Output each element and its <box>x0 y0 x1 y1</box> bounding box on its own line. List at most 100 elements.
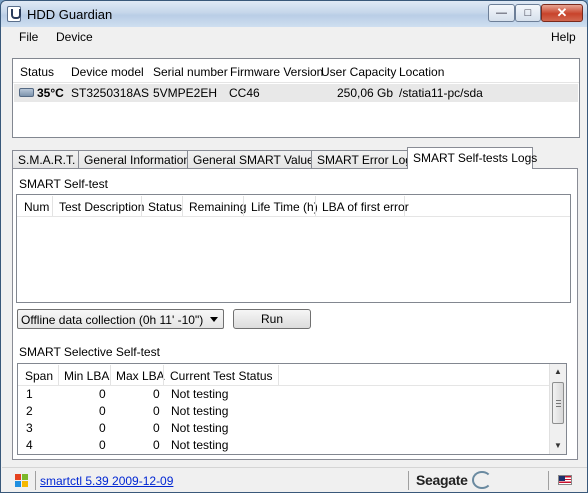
test-type-value: Offline data collection (0h 11' -10") <box>21 313 204 327</box>
close-button[interactable]: ✕ <box>541 4 583 22</box>
column-firmware-version[interactable]: Firmware Version <box>230 65 323 79</box>
row-max-lba: 0 <box>153 421 160 435</box>
scroll-up-icon[interactable]: ▲ <box>550 364 566 380</box>
row-min-lba: 0 <box>99 404 106 418</box>
column-user-capacity[interactable]: User Capacity <box>321 65 396 79</box>
column-max-lba[interactable]: Max LBA <box>116 369 165 383</box>
device-serial: 5VMPE2EH <box>153 86 218 100</box>
maximize-button[interactable]: □ <box>515 4 541 22</box>
row-max-lba: 0 <box>153 438 160 452</box>
minimize-button[interactable]: — <box>488 4 515 22</box>
hard-drive-icon <box>19 88 34 97</box>
table-row[interactable]: 2 0 0 Not testing <box>19 403 551 420</box>
title-bar[interactable]: HDD Guardian — □ ✕ <box>1 1 587 27</box>
maximize-icon: □ <box>524 7 532 19</box>
row-span: 1 <box>26 387 33 401</box>
column-test-description[interactable]: Test Description <box>59 200 144 214</box>
device-temperature: 35°C <box>37 86 64 100</box>
device-list: Status Device model Serial number Firmwa… <box>12 58 580 138</box>
logo-quadrant <box>15 481 21 487</box>
column-status[interactable]: Status <box>148 200 182 214</box>
column-divider[interactable] <box>141 196 142 216</box>
column-location[interactable]: Location <box>399 65 444 79</box>
device-firmware: CC46 <box>229 86 260 100</box>
menu-help[interactable]: Help <box>551 30 576 44</box>
column-min-lba[interactable]: Min LBA <box>64 369 109 383</box>
row-min-lba: 0 <box>99 387 106 401</box>
grip-line <box>556 403 561 404</box>
column-num[interactable]: Num <box>24 200 49 214</box>
column-serial-number[interactable]: Serial number <box>153 65 228 79</box>
column-divider[interactable] <box>163 365 164 385</box>
tab-strip: S.M.A.R.T. General Informations General … <box>12 147 582 169</box>
menu-device[interactable]: Device <box>56 30 93 44</box>
row-span: 2 <box>26 404 33 418</box>
row-min-lba: 0 <box>99 421 106 435</box>
column-status[interactable]: Status <box>20 65 54 79</box>
row-status: Not testing <box>171 404 229 418</box>
column-divider[interactable] <box>52 196 53 216</box>
scroll-down-icon[interactable]: ▼ <box>550 438 566 454</box>
column-divider[interactable] <box>278 365 279 385</box>
column-divider[interactable] <box>110 365 111 385</box>
row-status: Not testing <box>171 438 229 452</box>
selective-list-scrollbar[interactable]: ▲ ▼ <box>549 364 566 454</box>
smartctl-version-link[interactable]: smartctl 5.39 2009-12-09 <box>40 474 173 488</box>
column-divider[interactable] <box>315 196 316 216</box>
windows-logo-icon <box>15 474 29 487</box>
scrollbar-thumb[interactable] <box>552 382 564 424</box>
window-title: HDD Guardian <box>27 7 113 22</box>
app-window: HDD Guardian — □ ✕ File Device Help Stat… <box>0 0 588 493</box>
column-lba-first-error[interactable]: LBA of first error <box>322 200 409 214</box>
tab-smart[interactable]: S.M.A.R.T. <box>12 150 79 169</box>
minimize-icon: — <box>496 7 507 19</box>
device-capacity: 250,06 Gb <box>337 86 394 100</box>
device-location: /statia11-pc/sda <box>399 86 483 100</box>
table-row[interactable]: 4 0 0 Not testing <box>19 437 551 454</box>
tab-smart-self-tests-logs[interactable]: SMART Self-tests Logs <box>407 147 537 169</box>
row-min-lba: 0 <box>99 438 106 452</box>
menu-bar: File Device Help <box>2 27 587 49</box>
us-flag-icon[interactable] <box>558 475 572 485</box>
column-divider[interactable] <box>243 196 244 216</box>
run-button[interactable]: Run <box>233 309 311 329</box>
menu-file[interactable]: File <box>19 30 38 44</box>
selective-list-header: Span Min LBA Max LBA Current Test Status <box>18 364 550 386</box>
seagate-brand-logo: Seagate <box>416 472 468 488</box>
table-row[interactable]: 3 0 0 Not testing <box>19 420 551 437</box>
column-divider[interactable] <box>58 365 59 385</box>
table-row[interactable]: 1 0 0 Not testing <box>19 386 551 403</box>
tab-smart-error-log[interactable]: SMART Error Log <box>311 150 412 169</box>
column-current-test-status[interactable]: Current Test Status <box>170 369 273 383</box>
row-max-lba: 0 <box>153 404 160 418</box>
tab-general-smart-values[interactable]: General SMART Values <box>187 150 320 169</box>
device-model: ST3250318AS <box>71 86 150 100</box>
device-row[interactable]: 35°C ST3250318AS 5VMPE2EH CC46 250,06 Gb… <box>14 84 578 102</box>
close-icon: ✕ <box>556 5 568 20</box>
status-divider <box>548 471 549 490</box>
hdd-guardian-app-icon <box>7 6 21 22</box>
column-divider[interactable] <box>404 196 405 216</box>
seagate-swirl-icon <box>472 471 492 489</box>
column-remaining[interactable]: Remaining <box>189 200 246 214</box>
grip-line <box>556 406 561 407</box>
logo-quadrant <box>22 481 28 487</box>
logo-quadrant <box>15 474 21 480</box>
chevron-down-icon <box>210 317 218 322</box>
logo-quadrant <box>22 474 28 480</box>
row-span: 4 <box>26 438 33 452</box>
self-test-list-header: Num Test Description Status Remaining Li… <box>17 195 570 217</box>
column-divider[interactable] <box>182 196 183 216</box>
selective-self-test-list: Span Min LBA Max LBA Current Test Status… <box>17 363 567 455</box>
self-test-label: SMART Self-test <box>19 177 108 191</box>
status-divider <box>35 471 36 490</box>
row-span: 3 <box>26 421 33 435</box>
test-type-dropdown[interactable]: Offline data collection (0h 11' -10") <box>17 309 224 329</box>
status-divider <box>408 471 409 490</box>
column-life-time[interactable]: Life Time (h) <box>251 200 318 214</box>
row-max-lba: 0 <box>153 387 160 401</box>
column-span[interactable]: Span <box>25 369 53 383</box>
column-device-model[interactable]: Device model <box>71 65 144 79</box>
row-status: Not testing <box>171 421 229 435</box>
tab-general-informations[interactable]: General Informations <box>78 150 196 169</box>
